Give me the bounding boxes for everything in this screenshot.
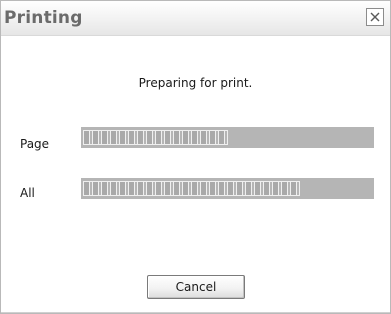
page-progress-fill — [83, 130, 228, 145]
close-button[interactable] — [366, 8, 384, 26]
all-progress-label: All — [20, 186, 35, 200]
printing-dialog: Printing Preparing for print. Page All C… — [0, 0, 391, 314]
cancel-button[interactable]: Cancel — [147, 275, 245, 299]
status-message: Preparing for print. — [138, 76, 253, 90]
all-progress-fill — [83, 181, 300, 196]
dialog-title: Printing — [4, 8, 83, 28]
bottom-divider — [1, 312, 390, 313]
all-progress-bar — [81, 178, 374, 199]
title-bar[interactable]: Printing — [1, 1, 390, 36]
page-progress-label: Page — [20, 137, 50, 151]
close-icon — [370, 12, 380, 22]
page-progress-bar — [81, 127, 374, 148]
